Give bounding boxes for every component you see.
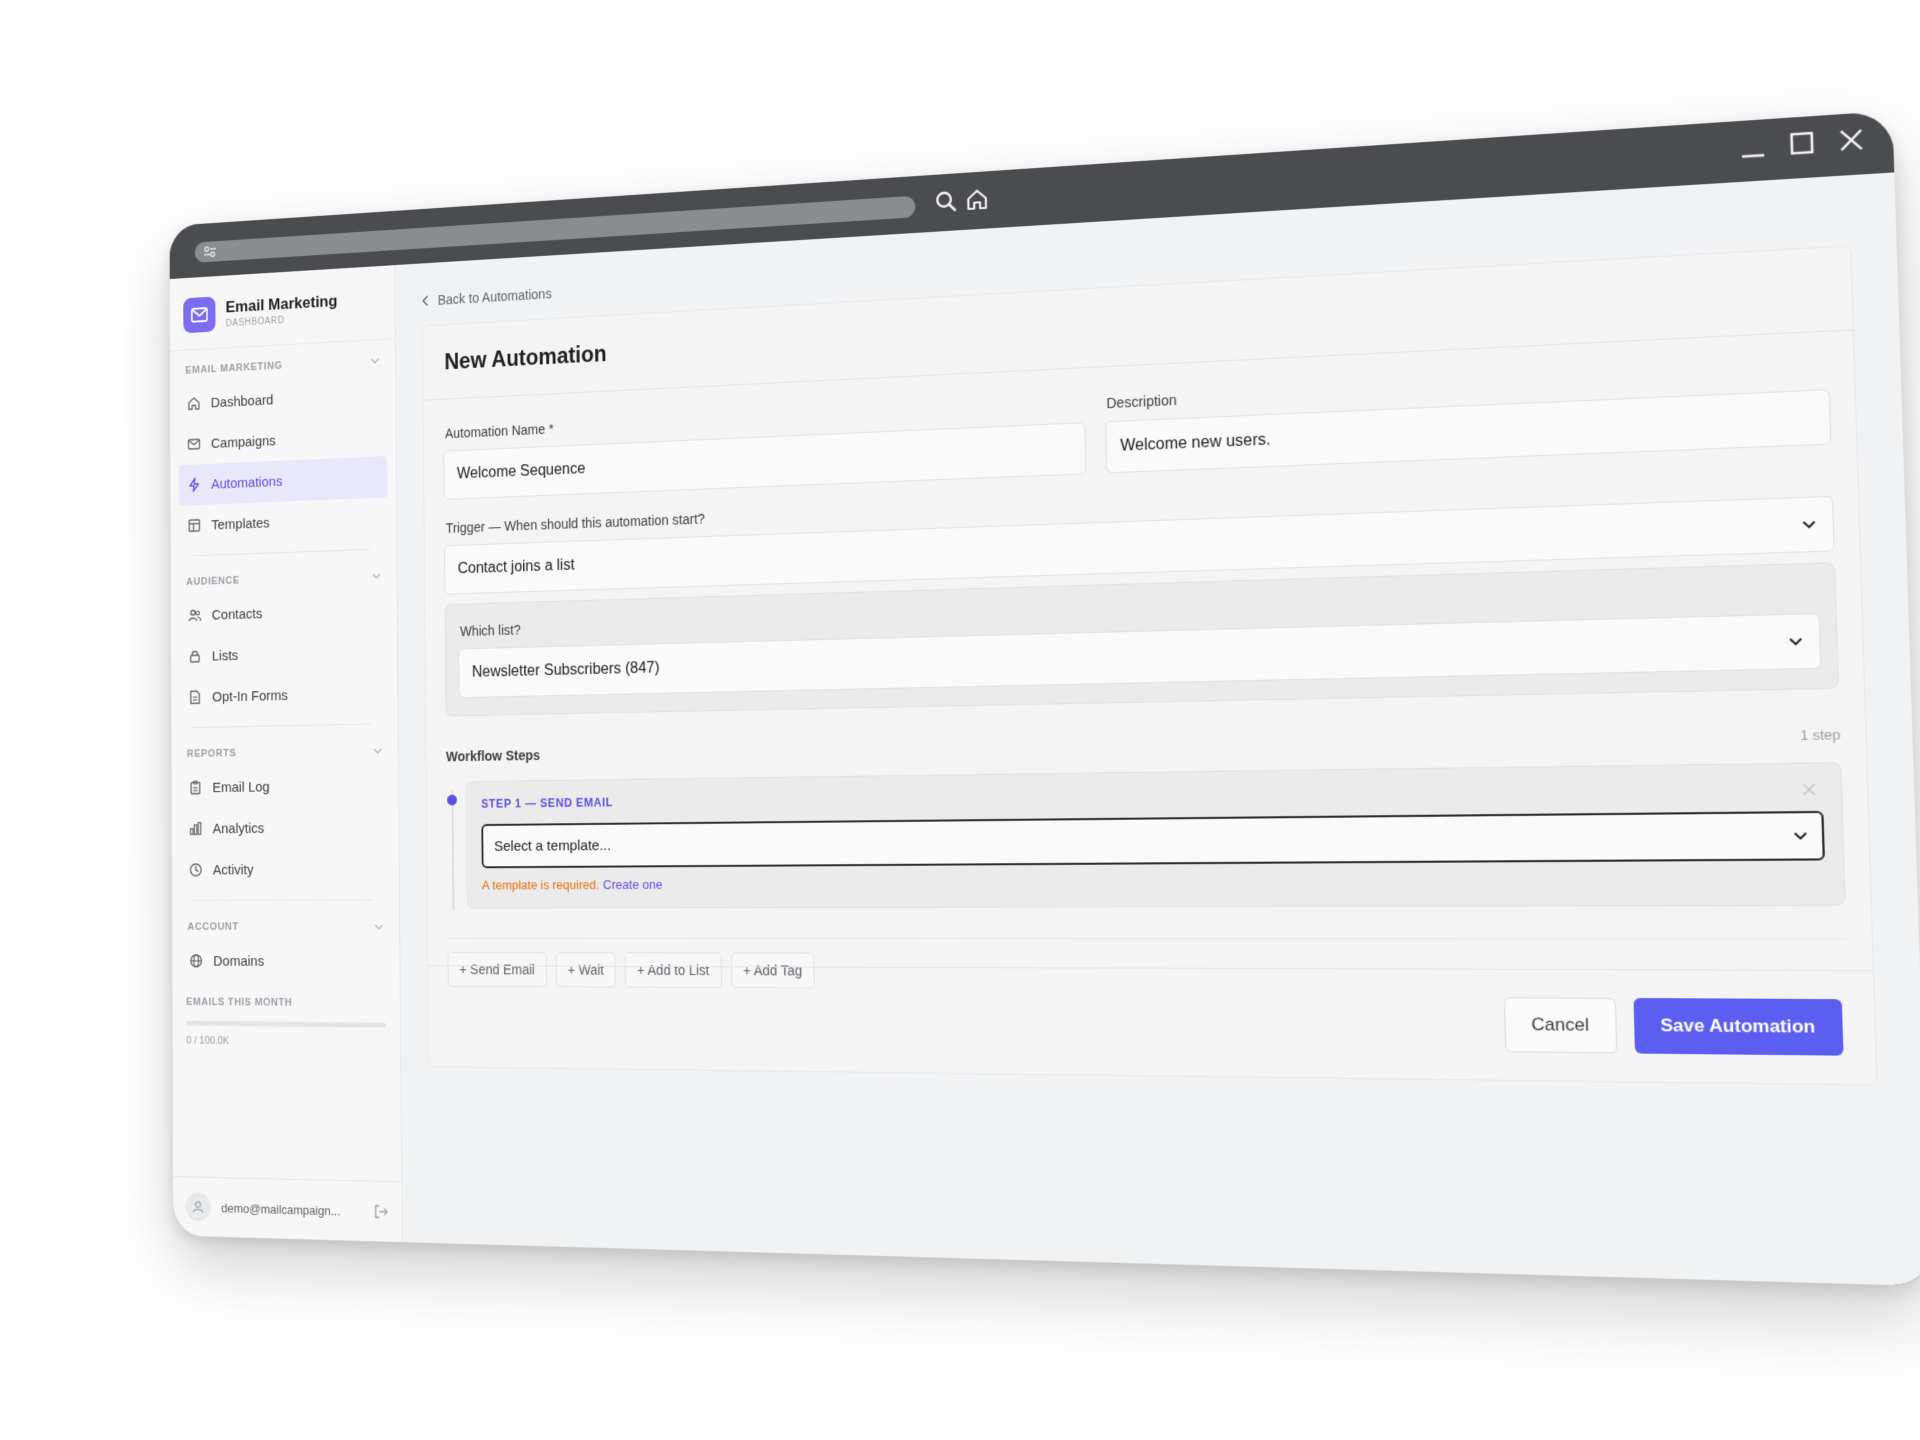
sidebar-item-opt-in-forms[interactable]: Opt-In Forms [180,672,389,718]
sidebar-item-label: Templates [211,514,270,533]
section-title: ACCOUNT [187,921,239,933]
sidebar-item-label: Automations [211,473,283,492]
sidebar-item-lists[interactable]: Lists [180,630,389,677]
logout-icon[interactable] [373,1203,389,1221]
site-settings-icon[interactable] [203,245,217,259]
nav-section-reports: REPORTS Email Log Analytics Activity [171,730,399,907]
sidebar-item-templates[interactable]: Templates [179,497,388,546]
template-select-placeholder: Select a template... [494,836,612,855]
user-bar: demo@mailcampaign... [173,1176,402,1243]
usage-progress-bar [186,1020,386,1028]
minimize-icon[interactable] [1736,130,1770,164]
workflow-step-count: 1 step [1800,726,1841,743]
chevron-down-icon [373,748,382,754]
lock-icon [188,649,202,664]
sidebar-item-analytics[interactable]: Analytics [180,806,390,850]
user-email: demo@mailcampaign... [221,1200,341,1218]
sidebar-item-activity[interactable]: Activity [180,848,390,891]
sidebar-item-label: Analytics [212,820,265,837]
home-icon[interactable] [963,185,991,214]
nav-section-email-marketing: EMAIL MARKETING Dashboard Campaigns Auto… [170,339,396,562]
chevron-down-icon [372,573,381,579]
step-label: STEP 1 — SEND EMAIL [481,795,614,811]
list-value: Newsletter Subscribers (847) [471,659,660,681]
workflow-step-card: STEP 1 — SEND EMAIL Select a template...… [465,762,1846,909]
back-label: Back to Automations [437,285,552,308]
clock-icon [189,862,203,877]
sidebar-item-label: Opt-In Forms [212,687,288,705]
divider [191,723,372,729]
template-error: A template is required. Create one [482,871,1826,892]
trigger-value: Contact joins a list [457,557,575,578]
section-title: REPORTS [186,747,237,760]
users-icon [188,608,202,623]
app-body: Email Marketing DASHBOARD EMAIL MARKETIN… [169,172,1920,1287]
remove-step-icon[interactable] [1802,783,1816,796]
page-title: New Automation [444,340,607,374]
chevron-down-icon [1792,828,1808,843]
automation-form-card: New Automation Automation Name * Welcome… [422,245,1878,1086]
sidebar-item-contacts[interactable]: Contacts [179,589,388,636]
divider [192,899,373,901]
sidebar: Email Marketing DASHBOARD EMAIL MARKETIN… [169,265,403,1243]
main-content: Back to Automations New Automation Autom… [395,172,1920,1286]
divider [191,548,371,557]
workflow-title: Workflow Steps [445,747,541,765]
chevron-down-icon [1788,634,1804,649]
chevron-down-icon [1801,517,1817,532]
template-icon [188,518,202,533]
mail-icon [187,436,201,451]
form-footer: Cancel Save Automation [427,965,1877,1085]
bar-chart-icon [189,821,203,836]
chevron-down-icon [371,358,380,364]
sidebar-item-label: Dashboard [210,391,274,411]
workflow-steps: STEP 1 — SEND EMAIL Select a template...… [446,762,1846,910]
sidebar-item-label: Lists [211,647,239,664]
sidebar-item-label: Activity [212,861,254,878]
nav-section-account: ACCOUNT Domains [172,906,400,988]
create-template-link[interactable]: Create one [603,877,663,892]
sidebar-item-label: Campaigns [210,432,276,452]
chevron-down-icon [375,924,384,930]
cancel-button[interactable]: Cancel [1503,997,1618,1054]
section-header[interactable]: ACCOUNT [181,921,391,940]
brand[interactable]: Email Marketing DASHBOARD [169,265,395,352]
template-select[interactable]: Select a template... [481,810,1826,869]
browser-window: Email Marketing DASHBOARD EMAIL MARKETIN… [169,110,1920,1287]
description-field: Description Welcome new users. [1104,355,1832,474]
sidebar-item-label: Email Log [212,778,270,796]
sidebar-item-label: Contacts [211,605,263,623]
clipboard-icon [189,780,203,795]
nav-section-audience: AUDIENCE Contacts Lists Opt-In Forms [171,555,398,734]
sidebar-item-email-log[interactable]: Email Log [180,764,389,808]
file-icon [188,690,202,705]
usage-label: EMAILS THIS MONTH [186,996,293,1009]
usage-meter: EMAILS THIS MONTH 0 / 100.0K [172,987,400,1058]
section-title: EMAIL MARKETING [185,360,283,377]
maximize-icon[interactable] [1785,126,1820,160]
section-title: AUDIENCE [186,574,240,588]
automation-name-field: Automation Name * Welcome Sequence [443,390,1086,500]
sidebar-item-domains[interactable]: Domains [181,940,391,982]
search-icon[interactable] [932,187,960,216]
chevron-left-icon [422,295,429,307]
timeline-line [451,790,455,910]
avatar[interactable] [185,1192,211,1222]
user-icon [192,1200,204,1214]
globe-icon [189,953,203,968]
step-dot [447,794,458,806]
error-message: A template is required. [481,877,600,893]
close-icon[interactable] [1834,123,1869,157]
bolt-icon [187,477,201,492]
usage-count: 0 / 100.0K [186,1035,230,1047]
home-icon [187,396,201,411]
save-automation-button[interactable]: Save Automation [1633,997,1844,1056]
mail-logo-icon [183,296,216,334]
sidebar-item-label: Domains [213,952,265,970]
